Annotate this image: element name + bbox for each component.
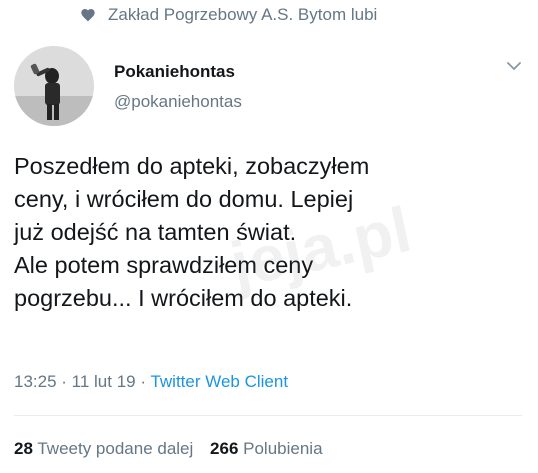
tweet-time[interactable]: 13:25	[14, 372, 57, 391]
chevron-down-icon[interactable]	[506, 60, 522, 72]
likes-stat[interactable]: 266 Polubienia	[210, 439, 323, 458]
social-context: Zakład Pogrzebowy A.S. Bytom lubi	[80, 4, 377, 26]
retweets-stat[interactable]: 28 Tweety podane dalej	[14, 439, 193, 458]
tweet-client-link[interactable]: Twitter Web Client	[150, 372, 288, 391]
retweets-count: 28	[14, 439, 33, 458]
meta-separator: ·	[56, 372, 72, 391]
tweet-card: Zakład Pogrzebowy A.S. Bytom lubi Pokani…	[0, 0, 538, 473]
meta-separator: ·	[135, 372, 151, 391]
avatar[interactable]	[14, 46, 94, 126]
tweet-text-line: ceny, i wróciłem do domu. Lepiej	[14, 186, 354, 212]
tweet-stats: 28 Tweety podane dalej 266 Polubienia	[14, 439, 335, 459]
avatar-image	[14, 46, 94, 126]
tweet-text-line: już odejść na tamten świat.	[14, 219, 297, 245]
heart-icon	[81, 9, 95, 22]
tweet-meta: 13:25 · 11 lut 19 · Twitter Web Client	[14, 372, 288, 392]
divider	[14, 415, 522, 416]
retweets-label: Tweety podane dalej	[37, 439, 194, 458]
likes-count: 266	[210, 439, 239, 458]
tweet-text-line: pogrzebu... I wróciłem do apteki.	[14, 285, 353, 311]
likes-label: Polubienia	[243, 439, 323, 458]
tweet-text-line: Ale potem sprawdziłem ceny	[14, 252, 314, 278]
tweet-text-line: Poszedłem do apteki, zobaczyłem	[14, 153, 370, 179]
tweet-text: Poszedłem do apteki, zobaczyłem ceny, i …	[14, 150, 529, 315]
author-name[interactable]: Pokaniehontas	[114, 62, 235, 82]
author-handle[interactable]: @pokaniehontas	[114, 92, 242, 112]
tweet-date[interactable]: 11 lut 19	[72, 372, 136, 391]
social-context-text[interactable]: Zakład Pogrzebowy A.S. Bytom lubi	[108, 5, 377, 25]
